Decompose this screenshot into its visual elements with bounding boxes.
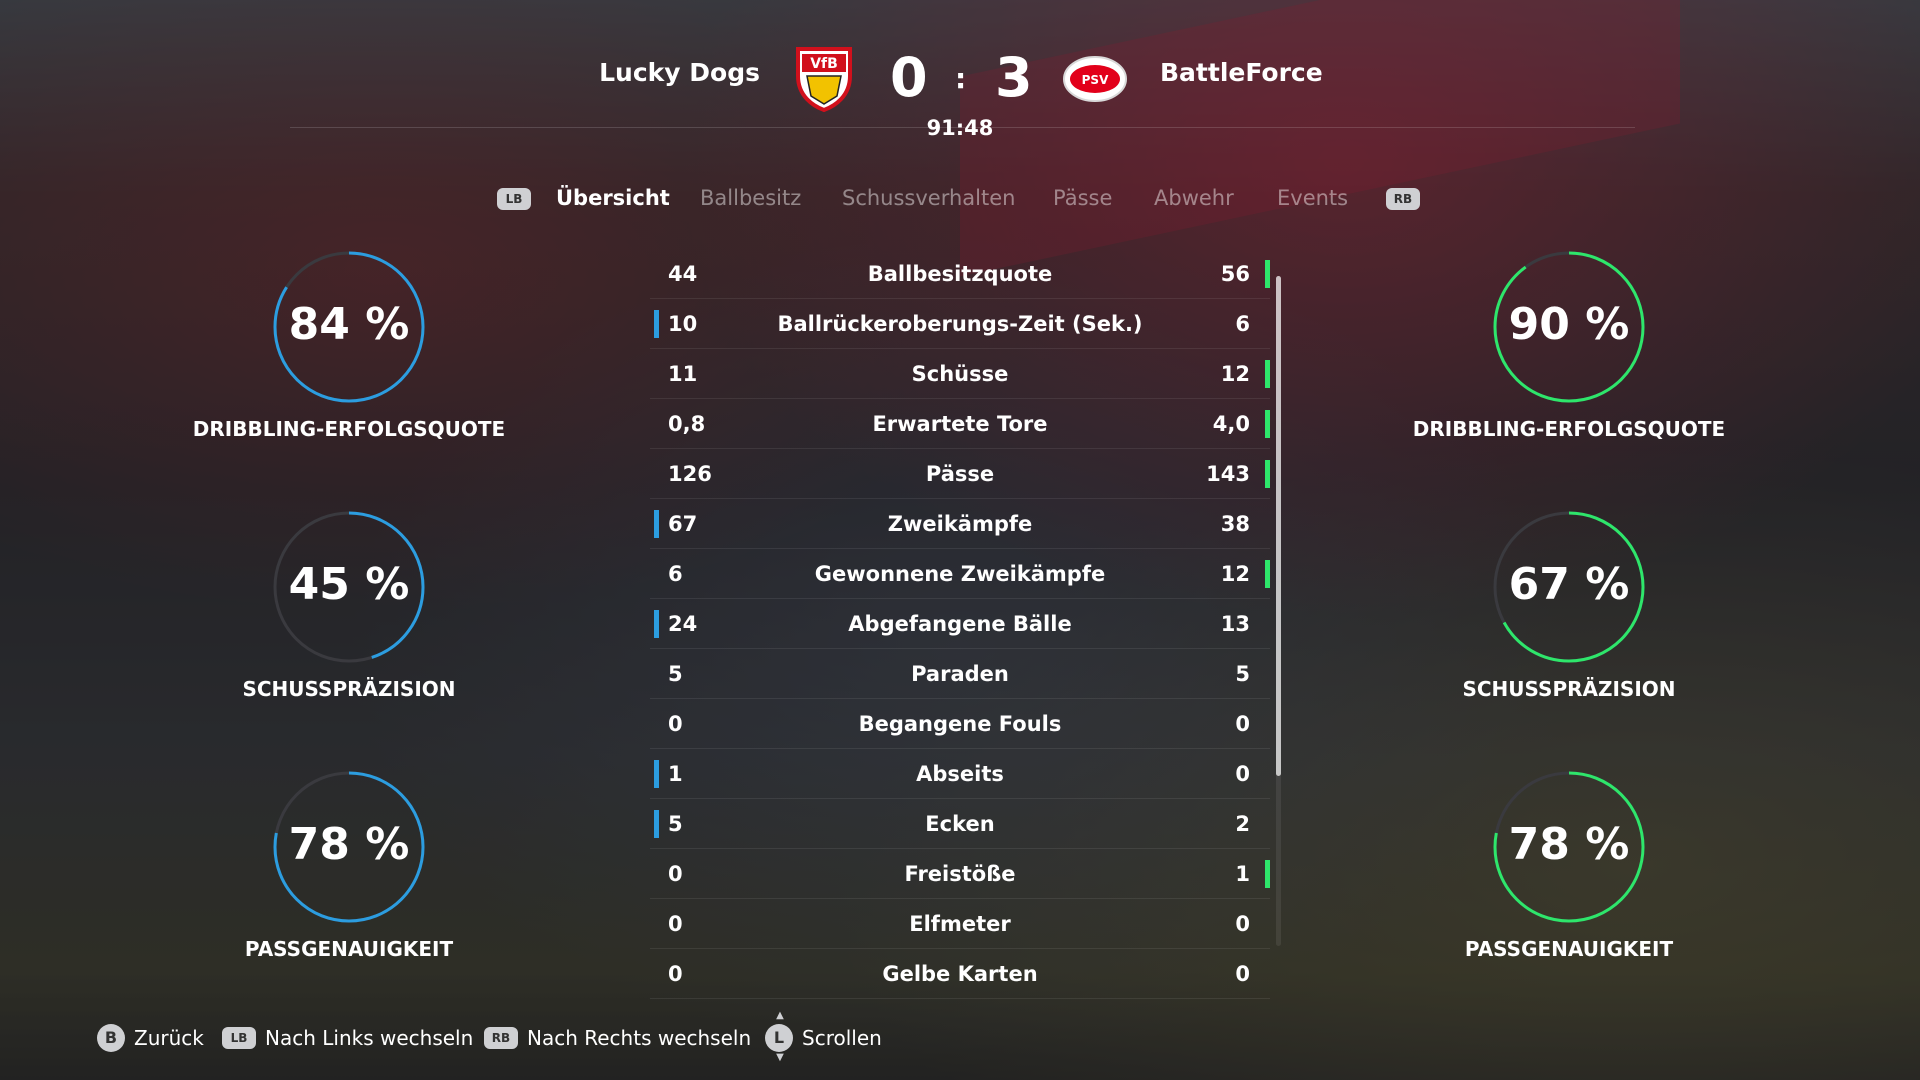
stat-row: 0 Begangene Fouls 0 <box>650 700 1270 749</box>
tab-events[interactable]: Events <box>1277 186 1348 210</box>
b-button-icon[interactable]: B <box>97 1024 125 1052</box>
stat-label: Schüsse <box>911 362 1009 386</box>
stat-label: Paraden <box>911 662 1009 686</box>
stat-row: 5 Ecken 2 <box>650 800 1270 849</box>
scrollbar-thumb[interactable] <box>1276 276 1281 776</box>
away-leader-bar <box>1265 260 1270 288</box>
home-ring-value: 84 % <box>288 299 410 350</box>
away-stat-value: 143 <box>1206 462 1250 486</box>
away-stat-value: 0 <box>1235 712 1250 736</box>
stat-label: Ecken <box>925 812 995 836</box>
lb-hint-icon[interactable]: LB <box>222 1027 256 1049</box>
tab-schussverhalten[interactable]: Schussverhalten <box>842 186 1015 210</box>
away-stat-value: 38 <box>1220 512 1250 536</box>
stats-tabs: LB Übersicht Ballbesitz Schussverhalten … <box>0 180 1920 220</box>
scroll-hint[interactable]: Scrollen <box>802 1026 882 1050</box>
switch-left-hint[interactable]: Nach Links wechseln <box>265 1026 473 1050</box>
stat-row: 11 Schüsse 12 <box>650 350 1270 399</box>
away-stat-value: 6 <box>1235 312 1250 336</box>
stat-label: Gelbe Karten <box>882 962 1038 986</box>
scroll-down-arrow-icon: ▼ <box>776 1052 784 1063</box>
home-ring-value: 45 % <box>288 559 410 610</box>
away-stat-value: 12 <box>1220 562 1250 586</box>
stat-label: Elfmeter <box>909 912 1011 936</box>
home-ring-value: 78 % <box>288 819 410 870</box>
away-stat-value: 12 <box>1220 362 1250 386</box>
match-clock: 91:48 <box>926 116 994 140</box>
tab-abwehr[interactable]: Abwehr <box>1154 186 1234 210</box>
away-ring-label: SCHUSSPRÄZISION <box>1462 677 1676 701</box>
stat-row: 24 Abgefangene Bälle 13 <box>650 600 1270 649</box>
lb-button-icon[interactable]: LB <box>497 188 531 210</box>
stat-row: 44 Ballbesitzquote 56 <box>650 250 1270 299</box>
home-crest-icon: VfB <box>796 47 852 112</box>
stat-label: Abgefangene Bälle <box>848 612 1072 636</box>
away-leader-bar <box>1265 560 1270 588</box>
home-ring-label: DRIBBLING-ERFOLGSQUOTE <box>192 417 506 441</box>
l-stick-icon[interactable]: L <box>765 1024 793 1052</box>
away-stat-value: 0 <box>1235 962 1250 986</box>
away-crest-icon: PSV <box>1063 56 1127 102</box>
stat-row: 126 Pässe 143 <box>650 450 1270 499</box>
stat-row: 0 Elfmeter 0 <box>650 900 1270 949</box>
stats-table: 44 Ballbesitzquote 56 10 Ballrückeroberungs-… <box>650 250 1270 1000</box>
home-team-name: Lucky Dogs <box>599 58 760 87</box>
away-ring-value: 78 % <box>1508 819 1630 870</box>
stat-row: 0 Freistöße 1 <box>650 850 1270 899</box>
home-score: 0 <box>890 46 928 109</box>
away-leader-bar <box>1265 860 1270 888</box>
away-score: 3 <box>995 46 1033 109</box>
match-header: Lucky Dogs VfB 0 : 3 PSV BattleForce 91:… <box>0 0 1920 140</box>
away-stat-value: 4,0 <box>1212 412 1250 436</box>
header-divider <box>290 127 1635 128</box>
away-leader-bar <box>1265 460 1270 488</box>
stat-row: 10 Ballrückeroberungs-Zeit (Sek.) 6 <box>650 300 1270 349</box>
stat-label: Ballrückeroberungs-Zeit (Sek.) <box>777 312 1143 336</box>
away-stat-value: 56 <box>1220 262 1250 286</box>
away-ring-label: PASSGENAUIGKEIT <box>1464 937 1674 961</box>
stat-label: Abseits <box>916 762 1004 786</box>
stat-row: 1 Abseits 0 <box>650 750 1270 799</box>
back-hint[interactable]: Zurück <box>134 1026 204 1050</box>
away-team-name: BattleForce <box>1160 58 1323 87</box>
rb-button-icon[interactable]: RB <box>1386 188 1420 210</box>
away-stat-value: 0 <box>1235 912 1250 936</box>
home-ring-label: PASSGENAUIGKEIT <box>244 937 454 961</box>
away-leader-bar <box>1265 360 1270 388</box>
tab-uebersicht[interactable]: Übersicht <box>556 186 670 210</box>
stat-label: Pässe <box>925 462 995 486</box>
away-leader-bar <box>1265 410 1270 438</box>
stat-label: Begangene Fouls <box>858 712 1062 736</box>
home-crest-text: VfB <box>810 56 838 72</box>
stat-label: Erwartete Tore <box>872 412 1048 436</box>
away-ring-label: DRIBBLING-ERFOLGSQUOTE <box>1412 417 1726 441</box>
away-ring-value: 67 % <box>1508 559 1630 610</box>
stat-label: Zweikämpfe <box>887 512 1033 536</box>
switch-right-hint[interactable]: Nach Rechts wechseln <box>527 1026 751 1050</box>
away-stat-value: 0 <box>1235 762 1250 786</box>
stat-label: Freistöße <box>904 862 1016 886</box>
away-crest-text: PSV <box>1082 73 1109 87</box>
stat-row: 0,8 Erwartete Tore 4,0 <box>650 400 1270 449</box>
stat-row: 0 Gelbe Karten 0 <box>650 950 1270 999</box>
away-stat-value: 2 <box>1235 812 1250 836</box>
rb-hint-icon[interactable]: RB <box>484 1027 518 1049</box>
stat-row: 67 Zweikämpfe 38 <box>650 500 1270 549</box>
stat-row: 6 Gewonnene Zweikämpfe 12 <box>650 550 1270 599</box>
away-stat-value: 13 <box>1220 612 1250 636</box>
score-separator: : <box>955 62 967 95</box>
away-ring-value: 90 % <box>1508 299 1630 350</box>
scroll-up-arrow-icon: ▲ <box>776 1010 784 1021</box>
home-ring-label: SCHUSSPRÄZISION <box>242 677 456 701</box>
button-hints-footer: B Zurück LB Nach Links wechseln RB Nach … <box>0 1010 1920 1070</box>
tab-ballbesitz[interactable]: Ballbesitz <box>700 186 801 210</box>
away-stat-value: 5 <box>1235 662 1250 686</box>
stat-label: Gewonnene Zweikämpfe <box>814 562 1106 586</box>
tab-paesse[interactable]: Pässe <box>1053 186 1112 210</box>
away-stat-value: 1 <box>1235 862 1250 886</box>
stat-row: 5 Paraden 5 <box>650 650 1270 699</box>
stat-label: Ballbesitzquote <box>867 262 1053 286</box>
